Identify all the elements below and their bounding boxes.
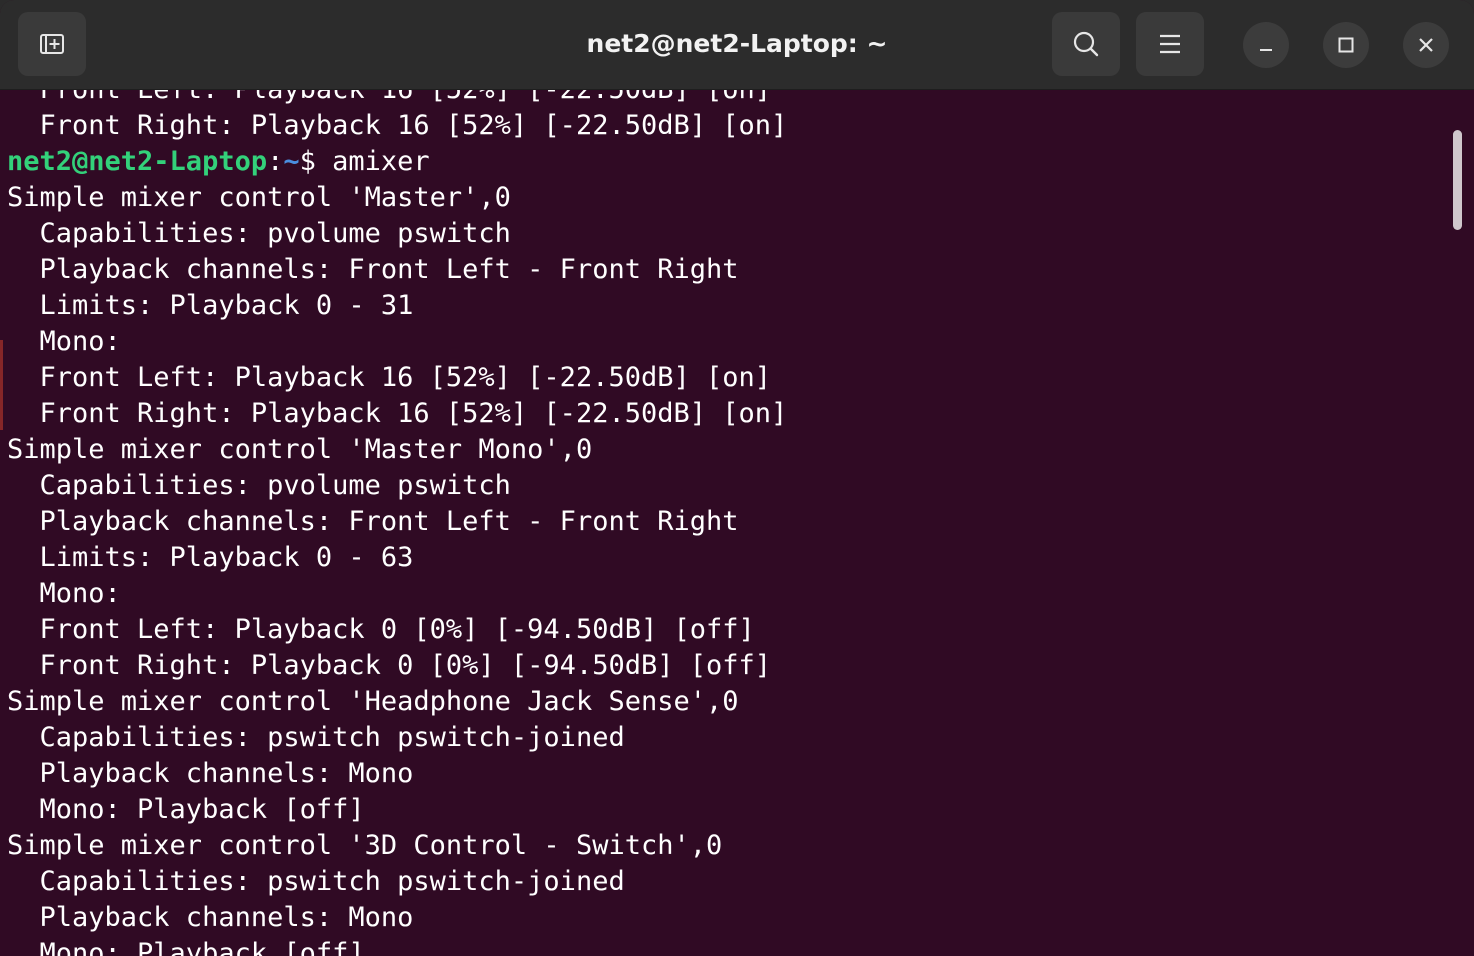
terminal-output[interactable]: Front Left: Playback 16 [52%] [-22.50dB]… [0, 90, 1474, 956]
output-line: Mono: Playback [off] [7, 794, 365, 825]
prompt-command: amixer [332, 146, 430, 177]
minimize-icon [1260, 49, 1272, 51]
hamburger-menu-icon [1160, 34, 1180, 54]
close-icon [1419, 38, 1433, 52]
output-line: Simple mixer control 'Master',0 [7, 182, 511, 213]
prompt-symbol: $ [299, 146, 333, 177]
output-line: Capabilities: pswitch pswitch-joined [7, 866, 625, 897]
output-line: Capabilities: pswitch pswitch-joined [7, 722, 625, 753]
output-line: Simple mixer control 'Headphone Jack Sen… [7, 686, 739, 717]
new-tab-button[interactable] [18, 12, 86, 76]
window-edge-accent [0, 340, 3, 430]
output-line: Front Right: Playback 16 [52%] [-22.50dB… [7, 398, 788, 429]
new-tab-icon [40, 34, 64, 54]
prompt-path: ~ [283, 146, 300, 177]
search-button[interactable] [1052, 12, 1120, 76]
title-bar[interactable]: net2@net2-Laptop: ~ [0, 0, 1474, 90]
terminal-lines: Front Left: Playback 16 [52%] [-22.50dB]… [7, 90, 787, 956]
output-line: Front Left: Playback 0 [0%] [-94.50dB] [… [7, 614, 755, 645]
terminal-window: net2@net2-Laptop: ~ Front Right: Playbac… [0, 0, 1474, 956]
prompt-user-host: net2@net2-Laptop [7, 146, 268, 177]
output-line: Front Right: Playback 16 [52%] [-22.50dB… [7, 110, 788, 141]
minimize-button[interactable] [1243, 22, 1289, 68]
output-line: Limits: Playback 0 - 31 [7, 290, 414, 321]
output-line: Playback channels: Front Left - Front Ri… [7, 506, 739, 537]
maximize-button[interactable] [1323, 22, 1369, 68]
output-line: Front Right: Playback 0 [0%] [-94.50dB] … [7, 650, 772, 681]
close-button[interactable] [1403, 22, 1449, 68]
output-line: Mono: [7, 578, 121, 609]
output-line: Playback channels: Mono [7, 758, 414, 789]
output-line: Capabilities: pvolume pswitch [7, 470, 511, 501]
maximize-icon [1338, 37, 1354, 53]
output-line: Mono: [7, 326, 121, 357]
prompt-line: net2@net2-Laptop:~$ amixer [7, 144, 787, 180]
output-line: Simple mixer control 'Master Mono',0 [7, 434, 593, 465]
output-line: Limits: Playback 0 - 63 [7, 542, 414, 573]
menu-button[interactable] [1136, 12, 1204, 76]
output-line: Playback channels: Mono [7, 902, 414, 933]
output-line: Capabilities: pvolume pswitch [7, 218, 511, 249]
output-line: Mono: Playback [off] [7, 938, 365, 956]
search-icon [1073, 31, 1099, 57]
scrollbar-thumb[interactable] [1453, 130, 1462, 230]
output-line: Simple mixer control '3D Control - Switc… [7, 830, 723, 861]
output-line: Playback channels: Front Left - Front Ri… [7, 254, 739, 285]
prompt-colon: : [267, 146, 284, 177]
output-line: Front Left: Playback 16 [52%] [-22.50dB]… [7, 362, 772, 393]
output-line: Front Left: Playback 16 [52%] [-22.50dB]… [7, 90, 787, 108]
